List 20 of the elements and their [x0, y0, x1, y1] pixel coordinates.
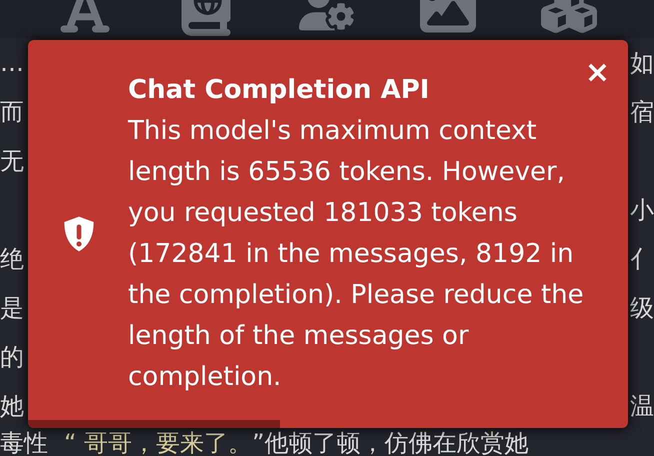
- toast-message: This model's maximum context length is 65536 tokens. However, you requested 181033 tokens (172841 in the messages, 8192 in the completion). Please reduce the length of the messages or completion.: [128, 115, 585, 394]
- dialogue-text: “ 哥哥，要来了。: [63, 430, 252, 456]
- story-text: 如: [630, 48, 654, 78]
- toast-title: Chat Completion API: [128, 74, 430, 107]
- close-button[interactable]: ×: [584, 58, 610, 88]
- story-text: …: [0, 48, 24, 78]
- story-text: 毒性: [0, 430, 48, 456]
- story-text: 宿: [630, 96, 654, 128]
- story-text: 温: [630, 390, 654, 422]
- story-text: 级: [630, 292, 654, 324]
- story-text: ”他顿了顿，仿佛在欣赏她: [252, 430, 528, 456]
- story-text: 绝: [0, 244, 24, 274]
- story-text: 小: [630, 194, 654, 226]
- warning-shield-icon: [63, 215, 95, 253]
- story-text: 亻: [630, 244, 654, 274]
- story-text: 是: [0, 292, 24, 324]
- story-text: 无: [0, 146, 24, 176]
- story-text: 她: [0, 390, 24, 422]
- story-text: 的: [0, 342, 24, 372]
- story-text: 而: [0, 96, 24, 128]
